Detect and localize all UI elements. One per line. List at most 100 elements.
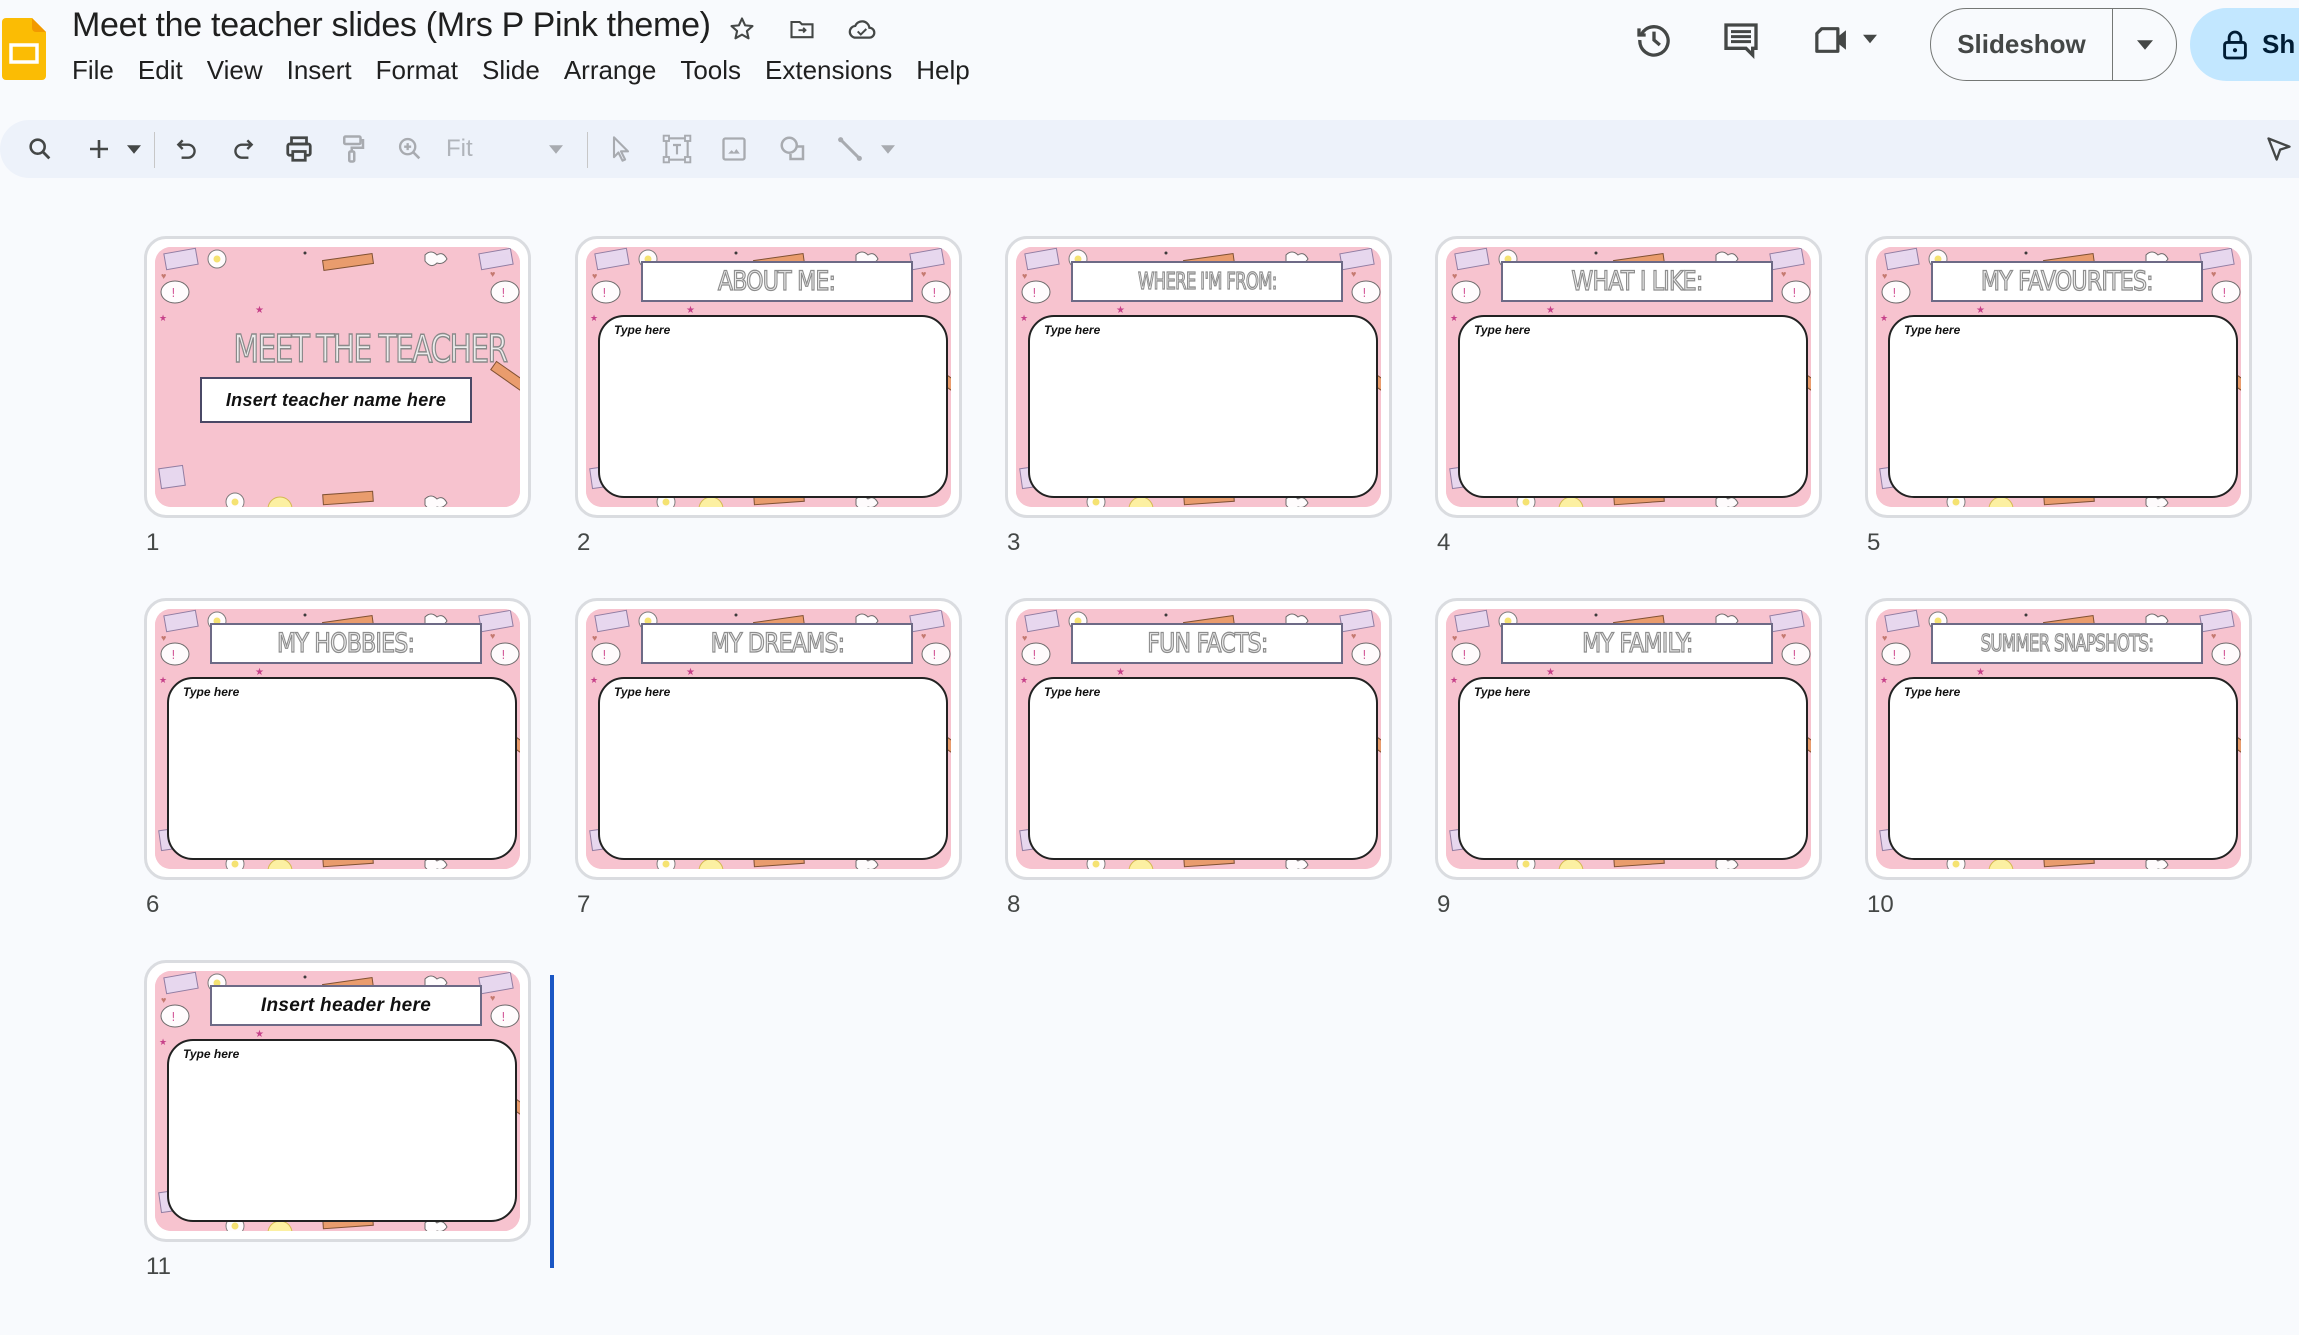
slide-thumbnail[interactable]: ! ! ♥ ♥ ★ ★ SUMMER SNAPSHOTS: Type here — [1865, 598, 2252, 880]
slide-preview: ! ! ♥ ♥ ★ ★ MY HOBBIES: Type here — [155, 609, 520, 869]
slideshow-options-dropdown[interactable] — [2113, 39, 2176, 50]
undo-icon[interactable] — [170, 129, 204, 169]
slide-preview: ! ! ♥ ♥ ★ ★ MY DREAMS: Type here — [586, 609, 951, 869]
select-cursor-icon[interactable] — [604, 129, 638, 169]
svg-text:♥: ♥ — [1452, 633, 1457, 643]
svg-text:!: ! — [2222, 286, 2227, 300]
svg-text:♥: ♥ — [1351, 269, 1356, 279]
slide-thumbnail[interactable]: ! ! ♥ ♥ ★ ★ MY FAMILY: Type here — [1435, 598, 1822, 880]
slide-thumbnail[interactable]: ! ! ♥ ♥ ★ ★ MY DREAMS: Type here — [575, 598, 962, 880]
share-button[interactable]: Sh — [2190, 8, 2299, 81]
google-slides-logo-icon[interactable] — [2, 18, 46, 80]
svg-text:♥: ♥ — [592, 633, 597, 643]
line-icon[interactable] — [832, 129, 868, 169]
svg-text:!: ! — [501, 648, 506, 662]
svg-text:★: ★ — [590, 313, 598, 323]
insert-image-icon[interactable] — [716, 129, 752, 169]
svg-text:♥: ♥ — [490, 631, 495, 641]
slide-thumbnail[interactable]: ! ! ♥ ♥ ★ ★ MY FAVOURITES: Type here — [1865, 236, 2252, 518]
svg-text:!: ! — [602, 648, 607, 662]
svg-text:!: ! — [171, 286, 176, 300]
redo-icon[interactable] — [226, 129, 260, 169]
menu-tools[interactable]: Tools — [668, 52, 753, 88]
shape-icon[interactable] — [775, 129, 811, 169]
search-menus-icon[interactable] — [22, 129, 58, 169]
new-slide-layout-dropdown-icon[interactable] — [124, 129, 144, 169]
slide-thumbnail[interactable]: ! ! ♥ ♥ ★ ★ Insert header here Type here — [144, 960, 531, 1242]
slide-number: 2 — [577, 529, 591, 556]
slide-header-box: WHERE I'M FROM: — [1071, 261, 1343, 302]
svg-text:!: ! — [1462, 286, 1467, 300]
cloud-saved-icon[interactable] — [845, 12, 879, 46]
slide-header-box: FUN FACTS: — [1071, 623, 1343, 664]
star-icon[interactable] — [725, 12, 759, 46]
slideshow-button-group: Slideshow — [1930, 8, 2177, 81]
move-to-folder-icon[interactable] — [785, 12, 819, 46]
slide-thumbnail[interactable]: ! ! ♥ ♥ ★ ★ WHAT I LIKE: Type here — [1435, 236, 1822, 518]
slide-thumbnail[interactable]: ! ! ♥ ♥ ★ ★ MY HOBBIES: Type here — [144, 598, 531, 880]
body-placeholder: Type here — [1044, 685, 1101, 699]
menu-arrange[interactable]: Arrange — [552, 52, 669, 88]
slide-content-box: Type here — [1028, 677, 1378, 860]
zoom-select[interactable]: Fit — [446, 129, 546, 169]
new-slide-plus-icon[interactable] — [82, 129, 116, 169]
menu-bar: File Edit View Insert Format Slide Arran… — [60, 52, 982, 88]
zoom-dropdown-icon[interactable] — [546, 129, 566, 169]
svg-text:♥: ♥ — [2211, 269, 2216, 279]
slide-preview: ! ! ♥ ♥ ★ ★ WHAT I LIKE: Type here — [1446, 247, 1811, 507]
menu-edit[interactable]: Edit — [126, 52, 195, 88]
menu-insert[interactable]: Insert — [275, 52, 364, 88]
version-history-icon[interactable] — [1628, 14, 1680, 66]
slide-header-box: Insert header here — [210, 985, 482, 1026]
svg-text:♥: ♥ — [1351, 631, 1356, 641]
top-bar: Meet the teacher slides (Mrs P Pink them… — [0, 0, 2299, 115]
line-dropdown-icon[interactable] — [878, 129, 898, 169]
menu-view[interactable]: View — [195, 52, 275, 88]
slide-title: MY DREAMS: — [710, 627, 846, 659]
svg-text:★: ★ — [1880, 313, 1888, 323]
menu-file[interactable]: File — [60, 52, 126, 88]
slide-preview: ! ! ♥ ♥ ★ ★ MEET THE TEACHER Insert teach… — [155, 247, 520, 507]
slide-preview: ! ! ♥ ♥ ★ ★ SUMMER SNAPSHOTS: Type here — [1876, 609, 2241, 869]
body-placeholder: Type here — [1904, 323, 1961, 337]
editing-mode-pointer-icon[interactable] — [2262, 129, 2296, 169]
svg-text:♥: ♥ — [161, 633, 166, 643]
slide-content-box: Type here — [1458, 315, 1808, 498]
menu-slide[interactable]: Slide — [470, 52, 552, 88]
meet-video-icon[interactable] — [1807, 14, 1859, 66]
document-title[interactable]: Meet the teacher slides (Mrs P Pink them… — [72, 6, 711, 45]
menu-extensions[interactable]: Extensions — [753, 52, 904, 88]
menu-format[interactable]: Format — [364, 52, 470, 88]
slide-thumbnail[interactable]: ! ! ♥ ♥ ★ ★ FUN FACTS: Type here — [1005, 598, 1392, 880]
meet-dropdown-icon[interactable] — [1863, 31, 1877, 49]
zoom-icon[interactable] — [392, 129, 428, 169]
body-placeholder: Type here — [614, 685, 671, 699]
slide-content-box: Type here — [598, 677, 948, 860]
text-box-icon[interactable] — [659, 129, 695, 169]
menu-help[interactable]: Help — [904, 52, 981, 88]
slideshow-button[interactable]: Slideshow — [1931, 9, 2113, 80]
lock-icon — [2223, 30, 2247, 59]
svg-text:♥: ♥ — [490, 269, 495, 279]
svg-text:♥: ♥ — [1452, 271, 1457, 281]
slide-title: WHERE I'M FROM: — [1137, 268, 1277, 295]
comments-icon[interactable] — [1715, 14, 1767, 66]
slide-thumbnail[interactable]: ! ! ♥ ♥ ★ ★ ABOUT ME: Type here — [575, 236, 962, 518]
body-placeholder: Type here — [1044, 323, 1101, 337]
svg-text:♥: ♥ — [1022, 271, 1027, 281]
print-icon[interactable] — [281, 129, 317, 169]
slide-header-box: MY FAVOURITES: — [1931, 261, 2203, 302]
svg-text:♥: ♥ — [490, 993, 495, 1003]
slide-number: 7 — [577, 891, 591, 918]
svg-text:!: ! — [1362, 286, 1367, 300]
slide-preview: ! ! ♥ ♥ ★ ★ FUN FACTS: Type here — [1016, 609, 1381, 869]
svg-text:♥: ♥ — [592, 271, 597, 281]
slide-title: FUN FACTS: — [1146, 627, 1268, 659]
slide-thumbnail[interactable]: ! ! ♥ ♥ ★ ★ WHERE I'M FROM: Type here — [1005, 236, 1392, 518]
paint-format-icon[interactable] — [336, 129, 370, 169]
slide-number: 6 — [146, 891, 160, 918]
slide-thumbnail[interactable]: ! ! ♥ ♥ ★ ★ MEET THE TEACHER Insert teach… — [144, 236, 531, 518]
slide-title: SUMMER SNAPSHOTS: — [1980, 630, 2154, 657]
slide-header-box: MY DREAMS: — [641, 623, 913, 664]
svg-text:♥: ♥ — [2211, 631, 2216, 641]
